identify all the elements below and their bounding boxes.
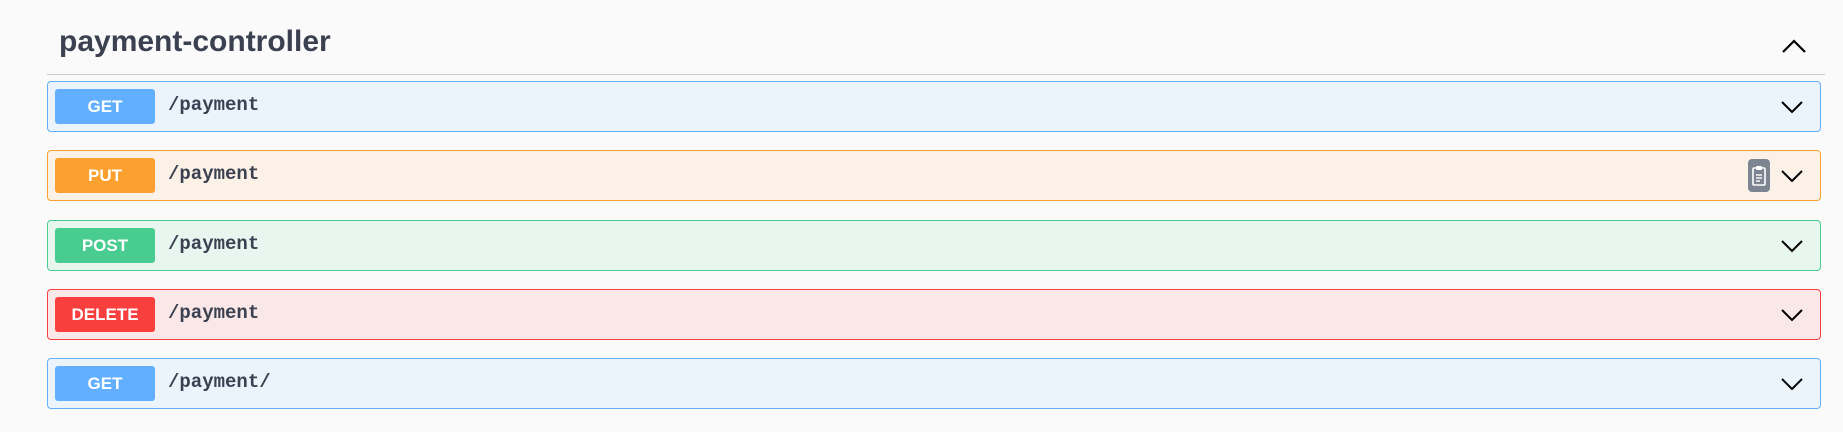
chevron-down-icon: [1781, 378, 1803, 391]
operation-post-payment[interactable]: POST /payment: [47, 220, 1821, 271]
operation-path: /payment: [168, 163, 260, 185]
operation-path: /payment: [168, 94, 260, 116]
chevron-down-icon: [1781, 309, 1803, 322]
expand-operation-button[interactable]: [1774, 366, 1810, 402]
chevron-down-icon: [1781, 170, 1803, 183]
method-badge-get: GET: [55, 366, 155, 401]
expand-operation-button[interactable]: [1774, 158, 1810, 194]
expand-operation-button[interactable]: [1774, 228, 1810, 264]
method-badge-put: PUT: [55, 158, 155, 193]
method-badge-get: GET: [55, 89, 155, 124]
copy-to-clipboard-icon: [1752, 165, 1766, 186]
operation-put-payment[interactable]: PUT /payment: [47, 150, 1821, 201]
operation-get-payment[interactable]: GET /payment: [47, 81, 1821, 132]
method-badge-delete: DELETE: [55, 297, 155, 332]
operation-path: /payment: [168, 233, 260, 255]
expand-operation-button[interactable]: [1774, 297, 1810, 333]
operation-path: /payment: [168, 302, 260, 324]
operation-delete-payment[interactable]: DELETE /payment: [47, 289, 1821, 340]
chevron-down-icon: [1781, 240, 1803, 253]
expand-operation-button[interactable]: [1774, 89, 1810, 125]
method-badge-post: POST: [55, 228, 155, 263]
tag-section-header[interactable]: payment-controller: [47, 18, 1825, 75]
copy-to-clipboard-button[interactable]: [1748, 159, 1770, 192]
collapse-section-button[interactable]: [1773, 26, 1815, 66]
chevron-down-icon: [1781, 101, 1803, 114]
tag-title[interactable]: payment-controller: [59, 24, 331, 60]
operation-get-payment-slash[interactable]: GET /payment/: [47, 358, 1821, 409]
chevron-up-icon: [1782, 39, 1806, 53]
operation-path: /payment/: [168, 371, 271, 393]
